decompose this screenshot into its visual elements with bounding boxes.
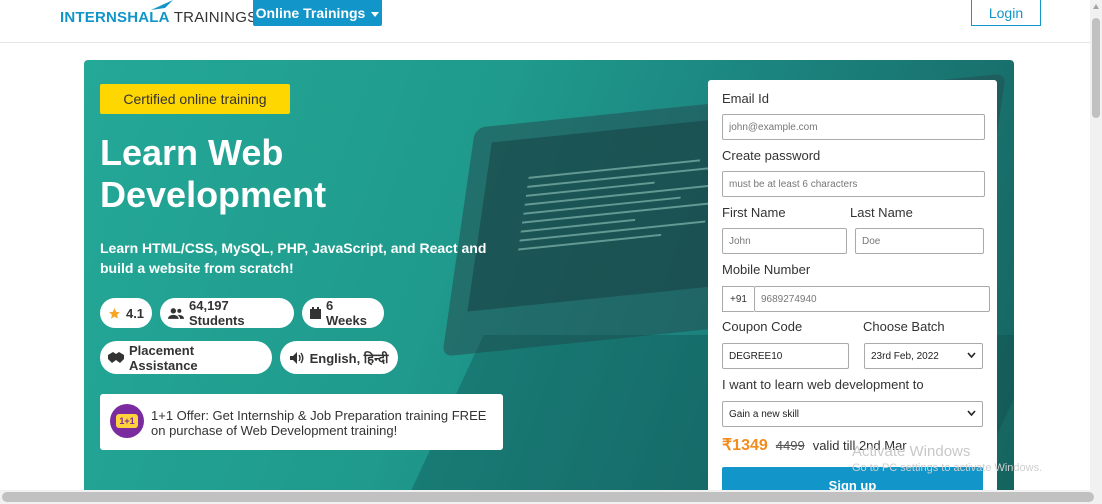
- email-label: Email Id: [722, 91, 769, 106]
- students-value: 64,197 Students: [189, 298, 245, 328]
- caret-down-icon: [371, 11, 380, 17]
- scroll-up-icon[interactable]: [1093, 4, 1099, 9]
- students-chip: 64,197 Students: [160, 298, 294, 328]
- batch-label: Choose Batch: [863, 319, 945, 334]
- vertical-scroll-thumb[interactable]: [1092, 18, 1100, 118]
- calendar-icon: [310, 307, 321, 319]
- horizontal-scrollbar[interactable]: [0, 490, 1094, 504]
- coupon-field[interactable]: DEGREE10: [722, 343, 849, 369]
- star-icon: [109, 307, 120, 319]
- mobile-field[interactable]: [754, 286, 990, 312]
- duration-value: 6 Weeks: [326, 298, 367, 328]
- last-name-field[interactable]: [855, 228, 984, 254]
- title-line-2: Development: [100, 174, 327, 215]
- password-field[interactable]: [722, 171, 985, 197]
- coupon-label: Coupon Code: [722, 319, 803, 334]
- page-title: Learn Web Development: [100, 132, 500, 216]
- goal-value: Gain a new skill: [729, 408, 800, 420]
- country-code-prefix: +91: [722, 286, 754, 312]
- vertical-scrollbar[interactable]: [1090, 0, 1102, 504]
- chevron-down-icon: [967, 352, 976, 358]
- online-trainings-dropdown[interactable]: Online Trainings: [253, 0, 382, 26]
- first-name-field[interactable]: [722, 228, 847, 254]
- certified-badge: Certified online training: [100, 84, 290, 114]
- offer-text: 1+1 Offer: Get Internship & Job Preparat…: [151, 408, 487, 438]
- language-chip: English, हिन्दी: [280, 341, 398, 374]
- chevron-down-icon: [967, 410, 976, 416]
- original-price: 4499: [775, 438, 805, 453]
- placement-label: Placement Assistance: [129, 342, 198, 373]
- rating-chip: 4.1: [100, 298, 152, 328]
- placement-chip: Placement Assistance: [100, 341, 272, 374]
- first-name-label: First Name: [722, 205, 786, 220]
- duration-chip: 6 Weeks: [302, 298, 384, 328]
- batch-value: 23rd Feb, 2022: [871, 350, 939, 362]
- mobile-label: Mobile Number: [722, 262, 811, 277]
- goal-select[interactable]: Gain a new skill: [722, 401, 983, 427]
- coupon-value: DEGREE10: [729, 350, 783, 362]
- password-label: Create password: [722, 148, 821, 163]
- current-price: ₹1349: [722, 437, 768, 454]
- activate-windows-subtitle: Go to PC settings to activate Windows.: [852, 462, 1043, 474]
- logo-brand: INTERNSHALA: [60, 9, 170, 26]
- email-field[interactable]: [722, 114, 985, 140]
- internshala-logo[interactable]: INTERNSHALA TRAININGS: [60, 9, 257, 26]
- title-line-1: Learn Web: [100, 132, 284, 173]
- users-icon: [168, 307, 184, 319]
- last-name-label: Last Name: [850, 205, 913, 220]
- online-trainings-label: Online Trainings: [255, 5, 366, 21]
- login-button[interactable]: Login: [971, 0, 1041, 26]
- logo-sub: TRAININGS: [173, 9, 258, 26]
- top-header: INTERNSHALA TRAININGS Online Trainings L…: [0, 0, 1090, 43]
- offer-badge-icon: 1+1: [110, 404, 144, 438]
- hero-subtitle: Learn HTML/CSS, MySQL, PHP, JavaScript, …: [100, 240, 487, 276]
- horizontal-scroll-thumb[interactable]: [2, 492, 1094, 502]
- activate-windows-title: Activate Windows: [852, 443, 971, 460]
- speaker-icon: [289, 351, 304, 364]
- rating-value: 4.1: [125, 305, 145, 321]
- batch-select[interactable]: 23rd Feb, 2022: [864, 343, 983, 369]
- offer-badge-text: 1+1: [116, 414, 138, 428]
- language-value: English, हिन्दी: [309, 350, 389, 366]
- offer-card[interactable]: 1+1 1+1 Offer: Get Internship & Job Prep…: [100, 394, 503, 450]
- goal-label: I want to learn web development to: [722, 377, 924, 392]
- logo-arrow-icon: [151, 0, 173, 10]
- handshake-icon: [108, 352, 124, 363]
- signup-form: Email Id Create password First Name Last…: [708, 80, 997, 504]
